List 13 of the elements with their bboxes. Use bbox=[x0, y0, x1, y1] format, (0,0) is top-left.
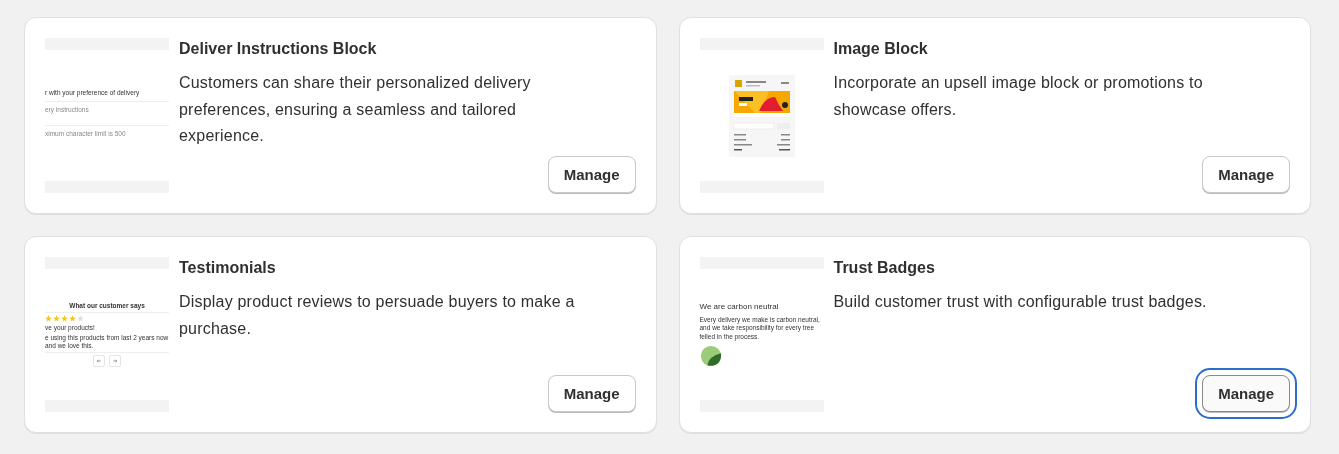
manage-button[interactable]: Manage bbox=[547, 375, 636, 412]
preview-heading: We are carbon neutral bbox=[699, 302, 780, 313]
manage-button[interactable]: Manage bbox=[547, 156, 636, 193]
card-description: Customers can share their personalized delivery preferences, ensuring a seamless and tailored experience. bbox=[179, 73, 532, 146]
card-description: Build customer trust with configurable trust badges. bbox=[833, 292, 1208, 312]
card-description: Display product reviews to persuade buyers to make a purchase. bbox=[179, 292, 576, 339]
manage-button[interactable]: Manage bbox=[1202, 156, 1290, 193]
card-title: Image Block bbox=[833, 40, 929, 58]
leaf-badge-icon bbox=[699, 344, 722, 367]
card-description: Incorporate an upsell image block or promotions to showcase offers. bbox=[833, 73, 1204, 120]
card-title: Deliver Instructions Block bbox=[179, 40, 378, 58]
card-title: Testimonials bbox=[179, 259, 277, 277]
card-title: Trust Badges bbox=[833, 259, 936, 277]
